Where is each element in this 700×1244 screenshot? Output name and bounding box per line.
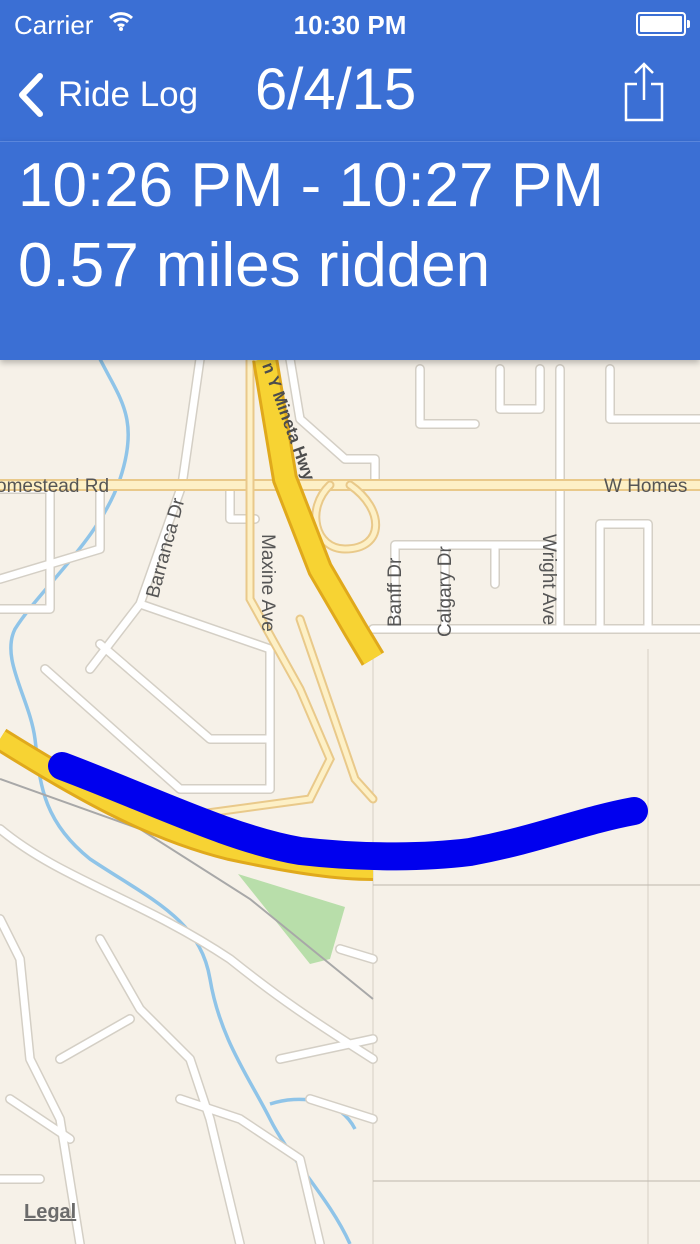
legal-link[interactable]: Legal	[24, 1201, 76, 1224]
map-label-maxine: Maxine Ave	[257, 534, 278, 632]
share-icon[interactable]	[622, 62, 666, 122]
map-label-homestead-left: omestead Rd	[0, 476, 109, 497]
battery-icon	[636, 12, 690, 36]
status-time: 10:30 PM	[293, 10, 407, 40]
chevron-left-icon	[19, 73, 43, 117]
ride-summary: 10:26 PM - 10:27 PM 0.57 miles ridden	[0, 141, 700, 360]
map-label-homestead-right: W Homes	[604, 476, 687, 497]
status-bar: Carrier 10:30 PM	[0, 0, 700, 46]
back-button[interactable]: Ride Log	[14, 70, 198, 120]
navigation-bar: Ride Log 6/4/15	[0, 46, 700, 141]
route-map[interactable]: omestead Rd W Homes n Y Mineta Hwy Barra…	[0, 359, 700, 1244]
map-label-calgary: Calgary Dr	[435, 546, 456, 637]
map-label-banff: Banff Dr	[385, 557, 406, 627]
ride-time-range: 10:26 PM - 10:27 PM	[18, 151, 604, 220]
map-label-wright: Wright Ave	[538, 534, 559, 625]
map-canvas: omestead Rd W Homes n Y Mineta Hwy Barra…	[0, 359, 700, 1244]
page-title: 6/4/15	[255, 57, 417, 122]
back-button-label: Ride Log	[58, 75, 199, 114]
ride-distance: 0.57 miles ridden	[18, 231, 491, 300]
